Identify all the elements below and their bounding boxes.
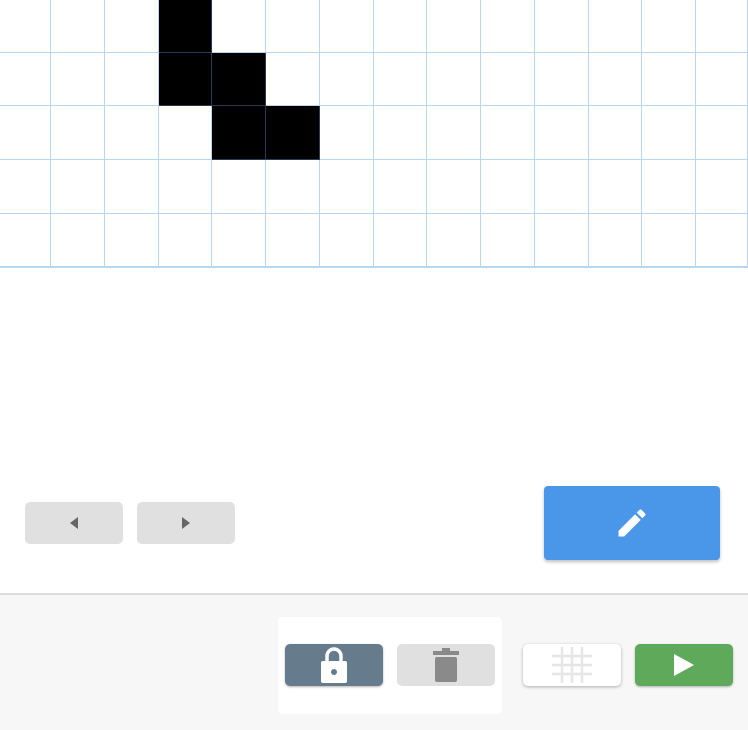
grid-cell[interactable]	[642, 53, 696, 106]
grid-cell[interactable]	[696, 160, 748, 214]
grid-cell[interactable]	[588, 160, 643, 214]
grid-cell[interactable]	[373, 0, 428, 53]
grid-cell[interactable]	[104, 214, 159, 267]
grid-cell[interactable]	[427, 160, 481, 214]
grid-cell[interactable]	[588, 106, 643, 160]
trash-icon	[433, 648, 459, 682]
grid-cell[interactable]	[696, 53, 748, 106]
grid-cell[interactable]	[0, 214, 51, 267]
grid-cell[interactable]	[588, 53, 643, 106]
grid-cell[interactable]	[642, 160, 696, 214]
lock-icon	[321, 647, 347, 683]
grid-cell[interactable]	[534, 214, 589, 267]
grid-cell[interactable]	[373, 106, 428, 160]
grid-cell[interactable]	[51, 106, 105, 160]
grid-cell[interactable]	[266, 214, 320, 267]
grid-cell[interactable]	[104, 160, 159, 214]
grid-cell-filled[interactable]	[266, 106, 320, 160]
grid-cell[interactable]	[319, 53, 374, 106]
grid-cell[interactable]	[481, 160, 535, 214]
grid-cell[interactable]	[481, 0, 535, 53]
grid-cell[interactable]	[212, 160, 266, 214]
grid-cell[interactable]	[158, 214, 213, 267]
grid-cell[interactable]	[373, 53, 428, 106]
lock-button[interactable]	[285, 644, 383, 686]
grid-cell[interactable]	[266, 160, 320, 214]
grid-cell[interactable]	[534, 160, 589, 214]
grid-icon	[552, 647, 592, 683]
grid-cell[interactable]	[0, 160, 51, 214]
grid-cell[interactable]	[588, 214, 643, 267]
grid-cell[interactable]	[51, 53, 105, 106]
grid-cell[interactable]	[51, 214, 105, 267]
triangle-right-icon	[182, 517, 190, 529]
grid-cell[interactable]	[534, 53, 589, 106]
grid-cell[interactable]	[588, 0, 643, 53]
delete-button[interactable]	[397, 644, 495, 686]
grid-cell-filled[interactable]	[158, 0, 213, 53]
grid-cell[interactable]	[212, 214, 266, 267]
grid-cell[interactable]	[158, 106, 213, 160]
grid-cell[interactable]	[481, 106, 535, 160]
previous-button[interactable]	[25, 502, 123, 544]
play-icon	[674, 654, 694, 676]
grid-cell[interactable]	[0, 106, 51, 160]
play-button[interactable]	[635, 644, 733, 686]
triangle-left-icon	[70, 517, 78, 529]
grid-cell[interactable]	[51, 0, 105, 53]
edit-button[interactable]	[544, 486, 720, 560]
grid-cell[interactable]	[696, 106, 748, 160]
grid-cell-filled[interactable]	[158, 53, 213, 106]
grid-cell-filled[interactable]	[212, 53, 266, 106]
grid-cell[interactable]	[266, 0, 320, 53]
grid-cell[interactable]	[427, 53, 481, 106]
grid-cell[interactable]	[212, 0, 266, 53]
grid-cell[interactable]	[104, 106, 159, 160]
grid-cell[interactable]	[319, 160, 374, 214]
grid-cell[interactable]	[427, 106, 481, 160]
grid-cell[interactable]	[427, 0, 481, 53]
grid-cell[interactable]	[373, 160, 428, 214]
grid-cell[interactable]	[481, 53, 535, 106]
grid-cell[interactable]	[0, 53, 51, 106]
grid-cell[interactable]	[104, 53, 159, 106]
grid-cell-filled[interactable]	[212, 106, 266, 160]
grid-cell[interactable]	[696, 214, 748, 267]
grid-cell[interactable]	[427, 214, 481, 267]
grid-cell[interactable]	[642, 106, 696, 160]
grid-cell[interactable]	[534, 0, 589, 53]
grid-cell[interactable]	[51, 160, 105, 214]
grid-cell[interactable]	[319, 0, 374, 53]
grid-cell[interactable]	[104, 0, 159, 53]
grid-cell[interactable]	[319, 214, 374, 267]
grid-cell[interactable]	[642, 0, 696, 53]
grid-cell[interactable]	[158, 160, 213, 214]
pencil-icon	[618, 509, 646, 537]
grid-cell[interactable]	[481, 214, 535, 267]
grid-cell[interactable]	[373, 214, 428, 267]
grid-cell[interactable]	[696, 0, 748, 53]
grid-cell[interactable]	[319, 106, 374, 160]
grid-cell[interactable]	[266, 53, 320, 106]
grid-cell[interactable]	[642, 214, 696, 267]
grid-toggle-button[interactable]	[523, 644, 621, 686]
grid-cell[interactable]	[0, 0, 51, 53]
next-button[interactable]	[137, 502, 235, 544]
grid-cell[interactable]	[534, 106, 589, 160]
pixel-canvas[interactable]	[0, 0, 748, 268]
